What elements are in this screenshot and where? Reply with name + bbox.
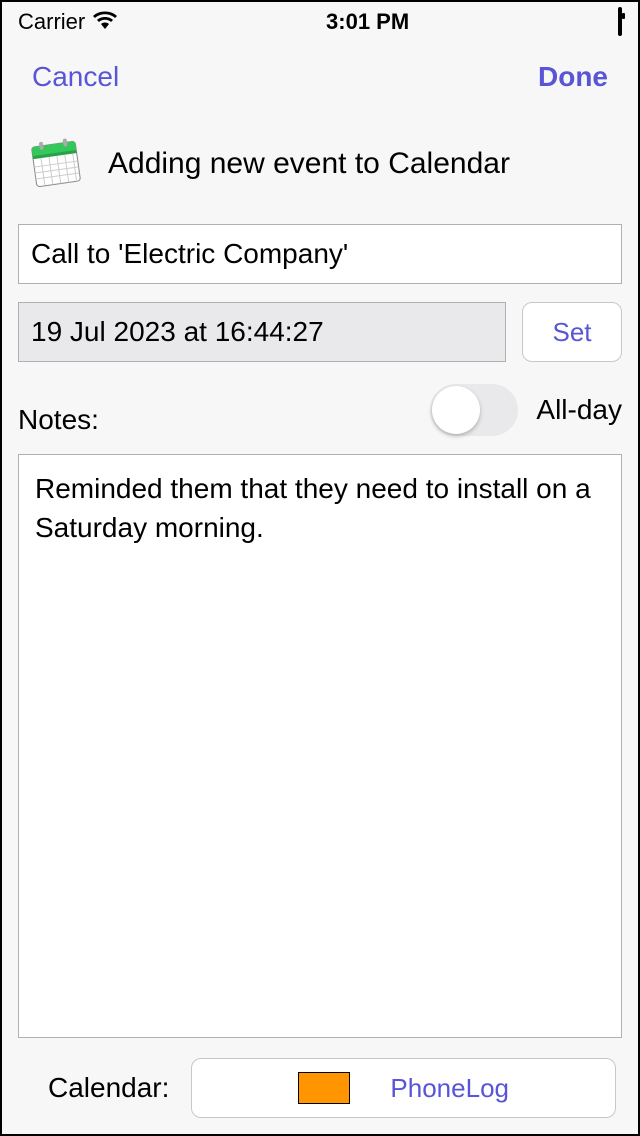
status-right — [618, 9, 622, 35]
notes-label: Notes: — [18, 404, 99, 436]
heading-row: Adding new event to Calendar — [18, 112, 622, 224]
calendar-name: PhoneLog — [390, 1073, 509, 1104]
nav-bar: Cancel Done — [2, 42, 638, 112]
calendar-color-swatch — [298, 1072, 350, 1104]
calendar-label: Calendar: — [48, 1072, 169, 1104]
date-row: 19 Jul 2023 at 16:44:27 Set — [18, 302, 622, 362]
set-date-button[interactable]: Set — [522, 302, 622, 362]
calendar-select[interactable]: PhoneLog — [191, 1058, 616, 1118]
cancel-button[interactable]: Cancel — [32, 61, 119, 93]
status-time: 3:01 PM — [326, 9, 409, 35]
event-title-input[interactable] — [18, 224, 622, 284]
allday-label: All-day — [536, 394, 622, 426]
allday-toggle[interactable] — [430, 384, 518, 436]
wifi-icon — [93, 9, 117, 35]
calendar-icon — [28, 136, 84, 192]
allday-group: All-day — [430, 384, 622, 436]
notes-textarea[interactable] — [18, 454, 622, 1038]
allday-notes-row: Notes: All-day — [18, 380, 622, 436]
carrier-label: Carrier — [18, 9, 85, 35]
page-title: Adding new event to Calendar — [108, 147, 510, 181]
status-bar: Carrier 3:01 PM — [2, 2, 638, 42]
status-left: Carrier — [18, 9, 117, 35]
done-button[interactable]: Done — [538, 61, 608, 93]
calendar-row: Calendar: PhoneLog — [18, 1038, 622, 1118]
event-date-field[interactable]: 19 Jul 2023 at 16:44:27 — [18, 302, 506, 362]
battery-icon — [618, 9, 622, 35]
